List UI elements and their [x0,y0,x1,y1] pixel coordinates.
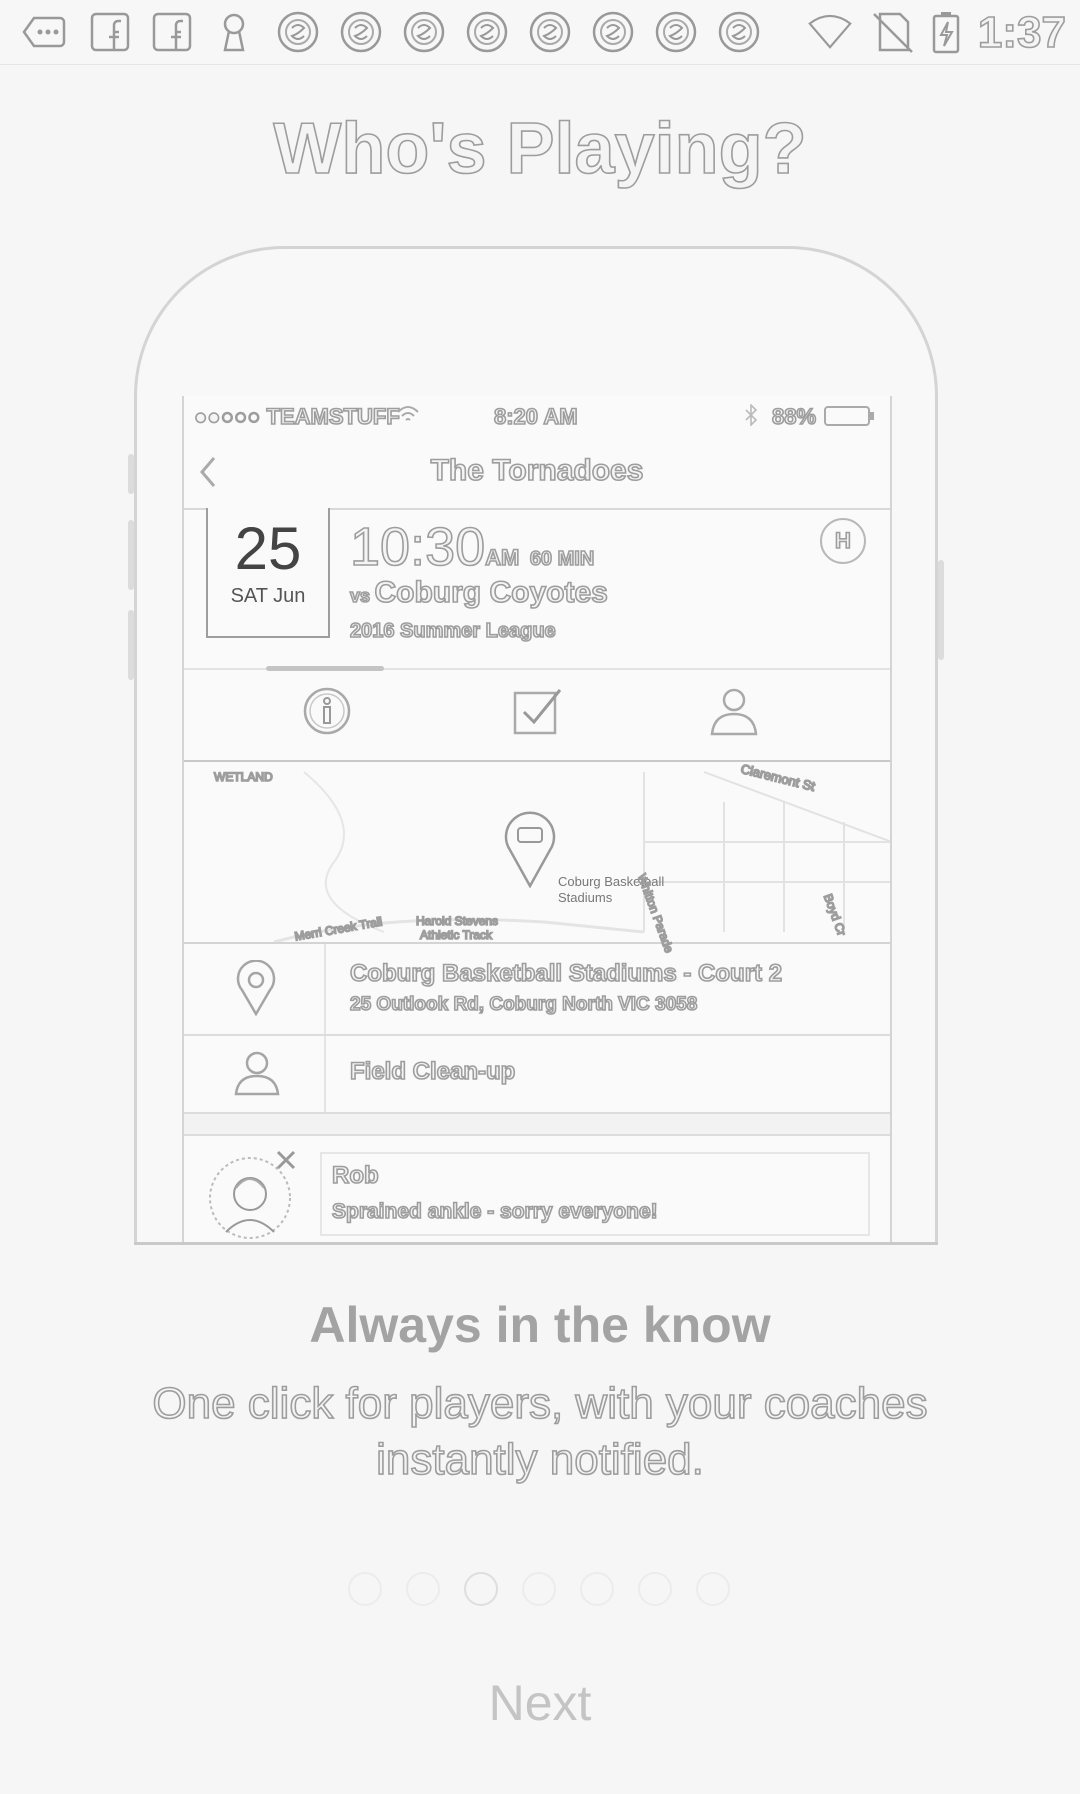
facebook-icon [88,10,132,54]
row-divider [324,1036,326,1112]
feature-description: One click for players, with your coaches… [0,1376,1080,1488]
venue-map[interactable]: WETLAND Claremont St Coburg Basketball S… [184,760,890,955]
event-day: 25 [234,515,302,582]
app-icon [528,10,572,54]
page-title: Who's Playing? [273,108,808,190]
battery-charging-icon [924,10,960,54]
venue-address: 25 Outlook Rd, Coburg North VIC 3058 [349,993,698,1016]
checklist-tab-icon[interactable] [512,686,564,741]
venue-row[interactable]: Coburg Basketball Stadiums - Court 2 25 … [184,944,890,1036]
app-icon [339,10,383,54]
mockup-carrier: ●●○○○ TEAMSTUFF [193,403,400,430]
phone-side-button [128,454,134,494]
event-time: 10:30 [349,516,486,578]
event-ampm: AM [484,544,520,571]
feature-title: Always in the know [309,1297,771,1353]
phone-side-button [128,610,134,680]
event-vs: vs [349,585,371,607]
feature-description-line: instantly notified. [375,1434,704,1485]
overflow-icon [22,10,66,54]
event-date-card: 25 SAT Jun [206,508,330,638]
comment-bubble: Rob Sprained ankle - sorry everyone! [320,1152,870,1236]
map-pin-icon [502,810,558,893]
app-icon [402,10,446,54]
phone-mockup-bottom-edge [134,1242,938,1245]
remove-x-icon[interactable] [274,1148,298,1177]
info-tab-icon[interactable] [302,686,352,741]
comment-author: Rob [331,1161,379,1190]
pager-dot[interactable] [522,1572,556,1606]
pager-dot[interactable] [406,1572,440,1606]
keyhole-icon [212,10,256,54]
home-badge: H [820,518,866,564]
phone-side-button [128,520,134,590]
app-icon [654,10,698,54]
event-duration: 60 MIN [529,547,595,571]
pager-dot[interactable] [348,1572,382,1606]
duty-row[interactable]: Field Clean-up [184,1036,890,1114]
map-label: Stadiums [558,890,613,905]
mockup-time: 8:20 AM [493,403,578,430]
section-gap [184,1114,890,1134]
phone-screen: ●●○○○ TEAMSTUFF 8:20 AM 88% The Tornadoe… [182,396,892,1242]
event-tabs [184,666,890,762]
map-label: Harold Stevens [415,913,499,929]
feature-description-line: One click for players, with your coaches [152,1378,929,1429]
clock: 1:37 [977,7,1067,58]
pager-dot[interactable] [580,1572,614,1606]
app-icon [276,10,320,54]
mockup-status-bar: ●●○○○ TEAMSTUFF 8:20 AM 88% [184,396,890,436]
location-pin-icon [236,959,276,1021]
event-weekday-month: SAT Jun [230,585,306,607]
app-icon [465,10,509,54]
wifi-icon [396,404,420,430]
bluetooth-icon [744,403,758,432]
facebook-icon [150,10,194,54]
mockup-battery-level: 88% [771,403,817,430]
map-label: Athletic Track [419,927,493,943]
app-icon [591,10,635,54]
event-opponent: Coburg Coyotes [374,575,609,610]
battery-icon [824,406,876,432]
comment-row: Rob Sprained ankle - sorry everyone! [184,1134,890,1242]
wifi-icon [808,10,860,54]
person-icon [232,1048,282,1103]
pager-dot[interactable] [638,1572,672,1606]
person-tab-icon[interactable] [708,684,760,743]
next-button[interactable]: Next [0,1674,1080,1732]
active-tab-indicator [266,666,384,671]
no-sim-icon [870,10,914,54]
duty-label: Field Clean-up [349,1057,516,1086]
mockup-nav-bar: The Tornadoes [184,436,890,510]
phone-side-button [938,560,944,660]
pager-dot[interactable] [696,1572,730,1606]
map-label: WETLAND [213,769,273,785]
app-icon [717,10,761,54]
row-divider [324,944,326,1034]
pager-dot[interactable] [464,1572,498,1606]
status-bar: 1:37 [0,0,1080,65]
event-opponent-line: vs Coburg Coyotes [349,575,609,610]
mockup-nav-title: The Tornadoes [430,453,644,488]
event-league: 2016 Summer League [349,619,556,643]
venue-name: Coburg Basketball Stadiums - Court 2 [349,959,783,988]
event-time-line: 10:30AM 60 MIN [349,516,595,578]
comment-text: Sprained ankle - sorry everyone! [331,1199,658,1224]
